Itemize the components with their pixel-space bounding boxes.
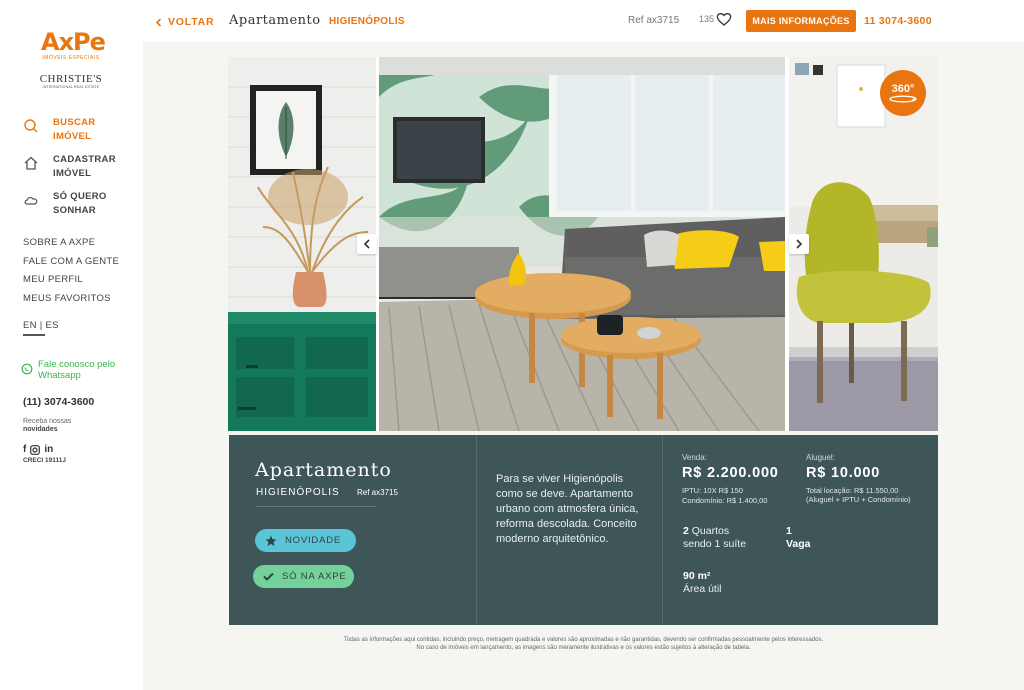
- whatsapp-link[interactable]: Fale conosco pelo Whatsapp: [21, 359, 118, 381]
- facebook-icon[interactable]: f: [23, 444, 26, 455]
- partner-subtitle: INTERNATIONAL REAL ESTATE: [42, 85, 100, 89]
- logo-text: AxPe: [41, 28, 106, 56]
- sidebar-item-buscar[interactable]: BUSCAR IMÓVEL: [23, 116, 123, 144]
- view-360-label: 360°: [891, 83, 915, 95]
- gallery-photo-3[interactable]: [789, 57, 938, 431]
- header-phone[interactable]: 11 3074-3600: [864, 15, 932, 27]
- back-button[interactable]: VOLTAR: [155, 16, 214, 28]
- listing-reference: Ref ax3715: [357, 488, 398, 497]
- parking-number: 1: [786, 525, 792, 537]
- rent-total-note: (Aluguel + IPTU + Condomínio): [806, 495, 911, 504]
- disclaimer-line1: Todas as informações aqui contidas, incl…: [343, 637, 824, 643]
- condo-value: Condomínio: R$ 1.400,00: [682, 496, 768, 505]
- link-sobre[interactable]: SOBRE A AXPE: [23, 237, 119, 256]
- gallery-prev-button[interactable]: [357, 234, 377, 254]
- listing-neighborhood: HIGIENÓPOLIS: [256, 487, 340, 498]
- photo-gallery: [228, 57, 938, 431]
- sidebar-item-label: SÓ QUERO SONHAR: [53, 191, 107, 216]
- christies-logo: CHRISTIE'S INTERNATIONAL REAL ESTATE: [34, 73, 108, 89]
- tag-so-na-axpe: SÓ NA AXPE: [253, 565, 354, 588]
- likes-count: 135: [699, 14, 715, 24]
- column-divider: [662, 435, 663, 625]
- check-icon: [263, 572, 274, 581]
- whatsapp-icon: [21, 363, 33, 375]
- sidebar-item-cadastrar[interactable]: CADASTRAR IMÓVEL: [23, 153, 123, 181]
- instagram-icon[interactable]: [30, 444, 41, 455]
- sidebar-links: SOBRE A AXPE FALE COM A GENTE MEU PERFIL…: [23, 237, 119, 311]
- sidebar: AxPe IMÓVEIS ESPECIAIS CHRISTIE'S INTERN…: [0, 0, 143, 690]
- partner-name: CHRISTIE'S: [39, 73, 103, 85]
- link-fale[interactable]: FALE COM A GENTE: [23, 256, 119, 275]
- disclaimer: Todas as informações aqui contidas, incl…: [229, 636, 938, 652]
- more-info-button[interactable]: MAIS INFORMAÇÕES: [746, 10, 856, 32]
- view-360-button[interactable]: 360°: [880, 70, 926, 116]
- sidebar-item-sonhar[interactable]: SÓ QUERO SONHAR: [23, 190, 123, 218]
- link-favoritos[interactable]: MEUS FAVORITOS: [23, 293, 119, 312]
- iptu-value: IPTU: 10X R$ 150: [682, 486, 743, 495]
- search-icon: [24, 119, 38, 133]
- page-neighborhood: HIGIENÓPOLIS: [329, 16, 405, 27]
- sidebar-phone[interactable]: (11) 3074-3600: [23, 396, 94, 408]
- sidebar-item-label: BUSCAR IMÓVEL: [53, 117, 96, 142]
- rooms-sub: sendo 1 suíte: [683, 538, 747, 550]
- whatsapp-label: Fale conosco pelo Whatsapp: [38, 359, 116, 381]
- feature-parking: 1 Vaga: [786, 525, 811, 551]
- reference-code: Ref ax3715: [628, 15, 680, 26]
- listing-description: Para se viver Higienópolis como se deve.…: [496, 473, 639, 545]
- language-underline: [23, 334, 45, 336]
- social-links: f in: [23, 444, 53, 455]
- photo-armchair: [789, 57, 938, 431]
- home-icon: [24, 156, 38, 170]
- listing-title: Apartamento: [255, 459, 392, 481]
- rent-label: Aluguel:: [806, 453, 835, 462]
- column-divider: [476, 435, 477, 625]
- tag-label: NOVIDADE: [285, 535, 342, 546]
- logo-subtitle: IMÓVEIS ESPECIAIS: [42, 55, 100, 61]
- photo-plant-vase: [228, 57, 376, 431]
- area-value: 90 m²: [683, 570, 711, 582]
- page-title: Apartamento: [229, 13, 321, 28]
- back-label: VOLTAR: [168, 16, 215, 28]
- newsletter-line1: Receba nossas: [23, 418, 72, 425]
- rooms-number: 2: [683, 525, 689, 537]
- star-icon: [265, 535, 277, 546]
- sale-price: R$ 2.200.000: [682, 465, 779, 481]
- sidebar-item-label: CADASTRAR IMÓVEL: [53, 154, 116, 179]
- rent-price: R$ 10.000: [806, 465, 881, 481]
- link-perfil[interactable]: MEU PERFIL: [23, 274, 119, 293]
- parking-label: Vaga: [786, 538, 811, 550]
- disclaimer-line2: No caso de imóveis em lançamento, as ima…: [416, 645, 751, 651]
- rotate-360-icon: [889, 95, 917, 103]
- newsletter-link[interactable]: Receba nossas novidades: [23, 418, 71, 434]
- chevron-right-icon: [796, 239, 803, 249]
- linkedin-icon[interactable]: in: [44, 444, 53, 455]
- area-label: Área útil: [683, 583, 722, 595]
- tag-label: SÓ NA AXPE: [282, 571, 347, 582]
- top-bar: VOLTAR Apartamento HIGIENÓPOLIS Ref ax37…: [143, 0, 1024, 42]
- favorite-button[interactable]: 135: [699, 12, 732, 26]
- chevron-left-icon: [363, 239, 370, 249]
- heart-icon: [716, 13, 732, 26]
- sale-label: Venda:: [682, 453, 707, 462]
- feature-area: 90 m² Área útil: [683, 570, 722, 596]
- listing-info-panel: Apartamento HIGIENÓPOLIS Ref ax3715 NOVI…: [229, 435, 938, 625]
- axpe-logo[interactable]: AxPe IMÓVEIS ESPECIAIS: [41, 28, 106, 61]
- gallery-photo-2[interactable]: [379, 57, 785, 431]
- newsletter-line2: novidades: [23, 426, 58, 433]
- title-underline: [256, 506, 376, 507]
- gallery-photo-1[interactable]: [228, 57, 376, 431]
- photo-living-room: [379, 57, 785, 431]
- gallery-next-button[interactable]: [789, 234, 809, 254]
- language-switch[interactable]: EN | ES: [23, 320, 59, 331]
- tag-novidade: NOVIDADE: [255, 529, 356, 552]
- feature-rooms: 2 Quartos sendo 1 suíte: [683, 525, 746, 551]
- rooms-label: Quartos: [691, 525, 730, 537]
- creci-number: CRECI 19111J: [23, 457, 67, 464]
- cloud-icon: [24, 196, 38, 205]
- chevron-left-icon: [155, 17, 162, 27]
